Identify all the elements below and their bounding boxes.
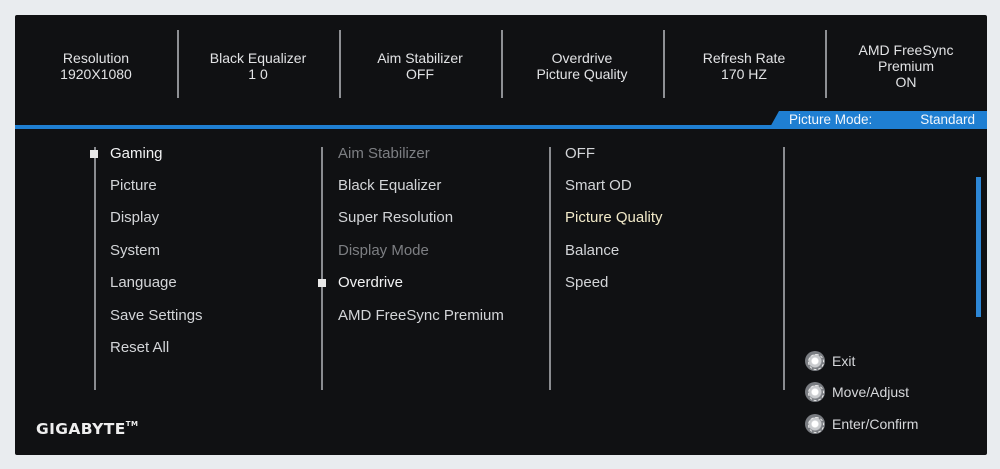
submenu-item-aim-stabilizer: Aim Stabilizer <box>338 145 430 162</box>
option-off[interactable]: OFF <box>565 145 595 163</box>
column-divider <box>549 147 551 390</box>
gigabyte-logo: GIGABYTETM <box>36 420 138 438</box>
status-black-equalizer: Black Equalizer 1 0 <box>177 30 339 102</box>
osd-window: Resolution 1920X1080 Black Equalizer 1 0… <box>15 15 987 455</box>
selection-marker <box>90 150 98 158</box>
submenu-item-amd-freesync[interactable]: AMD FreeSync Premium <box>338 307 504 325</box>
status-label: Black Equalizer <box>209 50 307 66</box>
status-label: Overdrive <box>551 50 613 66</box>
joystick-icon <box>805 351 825 371</box>
scrollbar-thumb[interactable] <box>976 177 981 317</box>
help-move-adjust: Move/Adjust <box>805 382 909 402</box>
column-divider <box>783 147 785 390</box>
status-value: OFF <box>406 66 434 82</box>
status-overdrive: Overdrive Picture Quality <box>501 30 663 102</box>
menu-item-reset-all[interactable]: Reset All <box>110 339 169 357</box>
joystick-icon <box>805 414 825 434</box>
joystick-icon <box>805 382 825 402</box>
option-speed[interactable]: Speed <box>565 274 608 292</box>
status-value: Picture Quality <box>536 66 628 82</box>
help-enter-confirm: Enter/Confirm <box>805 414 918 434</box>
help-label: Enter/Confirm <box>832 416 919 432</box>
column-divider <box>321 147 323 390</box>
help-label: Move/Adjust <box>832 384 910 400</box>
status-label: AMD FreeSync <box>858 42 954 58</box>
option-balance[interactable]: Balance <box>565 242 619 260</box>
submenu-item-super-resolution[interactable]: Super Resolution <box>338 209 453 227</box>
column-divider <box>94 147 96 390</box>
option-smart-od[interactable]: Smart OD <box>565 177 632 195</box>
menu-item-picture[interactable]: Picture <box>110 177 157 195</box>
picture-mode-label: Picture Mode: <box>789 112 873 127</box>
selection-marker <box>318 279 326 287</box>
help-label: Exit <box>832 353 856 369</box>
status-label: Resolution <box>62 50 130 66</box>
brand-name: GIGABYTE <box>36 420 126 438</box>
status-value: 1920X1080 <box>60 66 132 82</box>
status-value: 170 HZ <box>721 66 767 82</box>
menu-item-gaming[interactable]: Gaming <box>110 145 163 163</box>
trademark-mark: TM <box>125 420 139 428</box>
status-value: 1 0 <box>248 66 268 82</box>
picture-mode-tab: Picture Mode: Standard <box>769 111 987 129</box>
status-value: ON <box>895 74 917 90</box>
status-label: Refresh Rate <box>702 50 786 66</box>
submenu-item-overdrive[interactable]: Overdrive <box>338 274 403 292</box>
status-refresh-rate: Refresh Rate 170 HZ <box>663 30 825 102</box>
menu-item-language[interactable]: Language <box>110 274 177 292</box>
status-bar: Resolution 1920X1080 Black Equalizer 1 0… <box>15 30 987 102</box>
status-aim-stabilizer: Aim Stabilizer OFF <box>339 30 501 102</box>
menu-item-system[interactable]: System <box>110 242 160 260</box>
status-freesync: AMD FreeSync Premium ON <box>825 30 987 102</box>
menu-item-save-settings[interactable]: Save Settings <box>110 307 203 325</box>
help-exit: Exit <box>805 351 855 371</box>
submenu-item-display-mode: Display Mode <box>338 242 429 259</box>
status-label: Aim Stabilizer <box>377 50 463 66</box>
option-picture-quality[interactable]: Picture Quality <box>565 209 663 227</box>
picture-mode-value: Standard <box>920 112 975 127</box>
submenu-item-black-equalizer[interactable]: Black Equalizer <box>338 177 441 195</box>
menu-item-display[interactable]: Display <box>110 209 159 227</box>
status-label-2: Premium <box>877 58 934 74</box>
status-resolution: Resolution 1920X1080 <box>15 30 177 102</box>
